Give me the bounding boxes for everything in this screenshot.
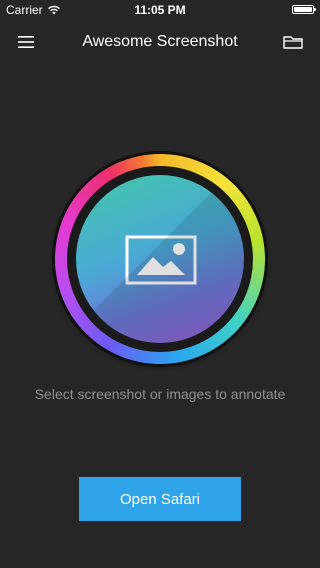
image-icon (125, 235, 197, 285)
hint-text: Select screenshot or images to annotate (34, 386, 286, 402)
battery-icon (292, 5, 316, 14)
page-title: Awesome Screenshot (82, 33, 238, 50)
nav-bar: Awesome Screenshot (0, 20, 320, 64)
folder-icon (283, 36, 303, 49)
select-image-button[interactable] (55, 154, 265, 364)
status-time: 11:05 PM (134, 3, 186, 17)
status-bar: Carrier 11:05 PM (0, 0, 320, 20)
hero-circle (76, 175, 244, 343)
open-safari-button[interactable]: Open Safari (79, 477, 241, 521)
folder-button[interactable] (280, 32, 306, 52)
